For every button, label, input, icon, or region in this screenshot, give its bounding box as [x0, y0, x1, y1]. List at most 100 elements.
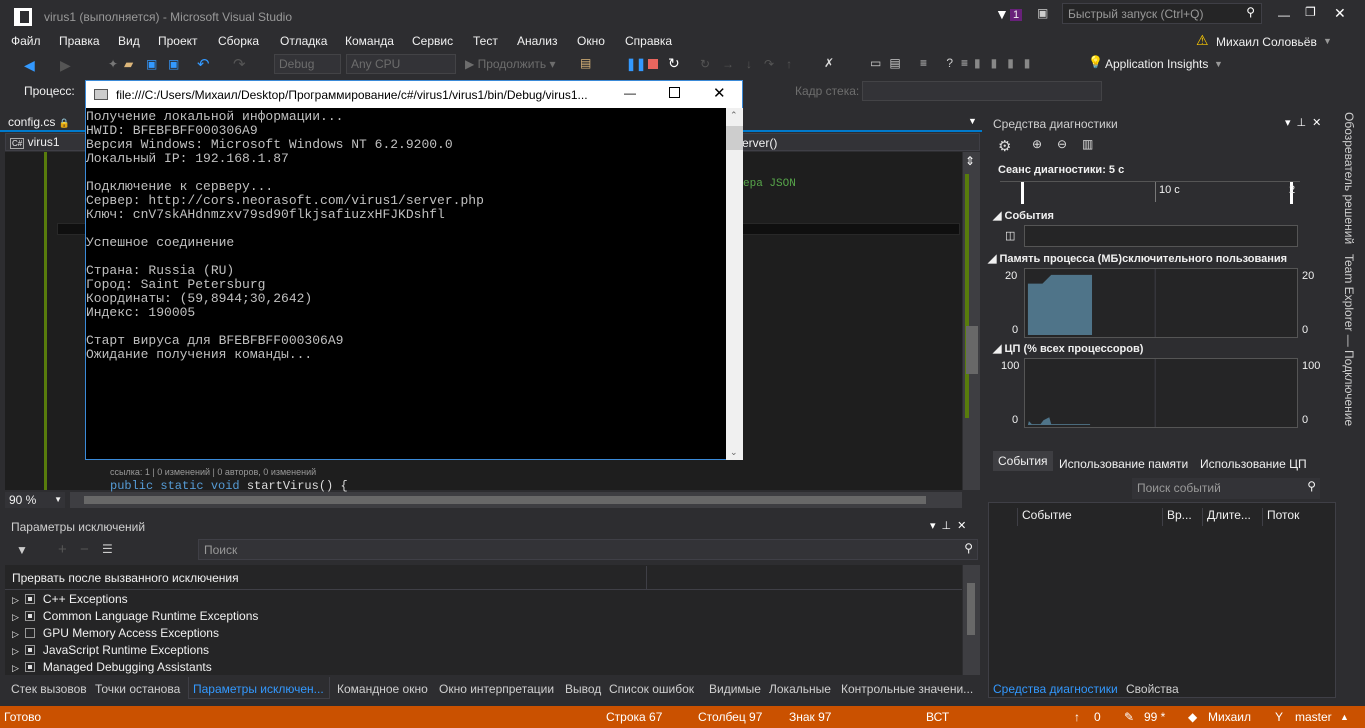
bottom-tab[interactable]: Контрольные значени... — [841, 682, 973, 696]
step-icons[interactable]: ↻→↓↷↑ — [700, 57, 804, 71]
redo-icon[interactable]: ↷ — [233, 55, 246, 73]
notification-count[interactable]: 1 — [1010, 9, 1023, 21]
bottom-tab[interactable]: Окно интерпретации — [439, 682, 554, 696]
codelens[interactable]: ссылка: 1 | 0 изменений | 0 авторов, 0 и… — [110, 467, 316, 477]
tab-list-chevron-icon[interactable]: ▼ — [968, 116, 977, 126]
exceptions-search-input[interactable]: Поиск ⚲ — [198, 539, 978, 560]
menu-help[interactable]: Справка — [625, 34, 672, 48]
menu-team[interactable]: Команда — [345, 34, 394, 48]
events-column-header[interactable]: Длите... — [1202, 508, 1251, 526]
diag-tab-memory[interactable]: Использование памяти — [1059, 457, 1188, 471]
platform-select[interactable]: Any CPU — [346, 54, 456, 74]
exception-row[interactable]: ▷ JavaScript Runtime Exceptions — [12, 642, 209, 659]
exception-checkbox[interactable] — [24, 628, 35, 638]
member-select[interactable]: erver() — [742, 136, 777, 150]
list-icon[interactable]: ☰ — [102, 542, 113, 556]
status-changes[interactable]: 99 * — [1144, 710, 1165, 724]
git-icon[interactable]: ◆ — [1188, 710, 1197, 724]
expand-icon[interactable]: ▷ — [12, 595, 19, 605]
reset-view-icon[interactable]: ▥ — [1082, 137, 1093, 151]
menu-tools[interactable]: Сервис — [412, 34, 453, 48]
save-icon[interactable]: ▣ — [146, 57, 157, 71]
new-project-icon[interactable]: ✦ — [108, 57, 118, 71]
bottom-tab[interactable]: Локальные — [769, 682, 831, 696]
stack-frame-select[interactable] — [862, 81, 1102, 101]
bottom-tab[interactable]: Точки останова — [95, 682, 180, 696]
feedback-icon[interactable]: ▣ — [1037, 6, 1048, 20]
zoom-select[interactable]: 90 % ▼ — [5, 492, 65, 508]
minimize-button[interactable]: — — [1278, 8, 1290, 22]
undo-icon[interactable]: ↶ — [197, 55, 210, 73]
open-icon[interactable]: ▰ — [124, 57, 133, 71]
restore-button[interactable]: ❐ — [1305, 5, 1316, 19]
tab-config-cs[interactable]: config.cs 🔒 — [0, 112, 90, 130]
events-search-input[interactable]: Поиск событий ⚲ — [1132, 478, 1320, 499]
column-header[interactable]: Прервать после вызванного исключения — [12, 571, 239, 585]
app-insights-chevron-icon[interactable]: ▼ — [1214, 59, 1223, 69]
project-select[interactable]: C# virus1 — [10, 135, 60, 149]
events-section[interactable]: ◢ События — [993, 209, 1054, 222]
side-tab-team-explorer[interactable]: Team Explorer — Подключение — [1342, 254, 1356, 426]
console-titlebar[interactable]: file:///C:/Users/Михаил/Desktop/Программ… — [86, 81, 742, 108]
console-scrollbar[interactable]: ⌃ ⌄ — [726, 108, 743, 460]
diag-bottom-tab-diagnostics[interactable]: Средства диагностики — [993, 682, 1118, 696]
menu-file[interactable]: Файл — [11, 34, 41, 48]
settings-icon[interactable]: ⚙ — [998, 137, 1011, 155]
pencil-icon[interactable]: ✎ — [1124, 710, 1134, 724]
events-column-header[interactable]: Вр... — [1162, 508, 1192, 526]
configuration-select[interactable]: Debug — [274, 54, 341, 74]
add-icon[interactable]: + — [58, 541, 67, 558]
console-minimize-button[interactable]: — — [624, 86, 636, 100]
bottom-tab[interactable]: Вывод — [565, 682, 601, 696]
events-column-header[interactable]: Событие — [1017, 508, 1072, 526]
vertical-scrollbar[interactable] — [963, 152, 980, 490]
exception-row[interactable]: ▷ GPU Memory Access Exceptions — [12, 625, 219, 642]
events-column-header[interactable]: Поток — [1262, 508, 1299, 526]
menu-analyze[interactable]: Анализ — [517, 34, 558, 48]
process-icon[interactable]: ▤ — [580, 56, 591, 70]
show-thread-icon[interactable]: ▭▤ ≡ ?≡ — [870, 56, 976, 70]
exception-row[interactable]: ▷ C++ Exceptions — [12, 591, 128, 608]
zoom-out-icon[interactable]: ⊖ — [1057, 137, 1067, 151]
user-chevron-icon[interactable]: ▼ — [1323, 36, 1332, 46]
exception-row[interactable]: ▷ Managed Debugging Assistants — [12, 659, 212, 676]
status-branch[interactable]: master — [1295, 710, 1332, 724]
status-push[interactable]: 0 — [1094, 710, 1101, 724]
forward-icon[interactable]: ▶ — [60, 57, 71, 74]
bottom-tab[interactable]: Командное окно — [337, 682, 428, 696]
bottom-tab[interactable]: Стек вызовов — [11, 682, 87, 696]
horizontal-scrollbar[interactable] — [70, 492, 962, 508]
branch-chevron-icon[interactable]: ▲ — [1340, 712, 1349, 722]
menu-test[interactable]: Тест — [473, 34, 498, 48]
exception-checkbox[interactable] — [24, 611, 35, 621]
user-account[interactable]: Михаил Соловьёв — [1216, 35, 1317, 49]
diag-bottom-tab-properties[interactable]: Свойства — [1126, 682, 1179, 696]
quick-launch-input[interactable]: Быстрый запуск (Ctrl+Q) ⚲ — [1062, 3, 1262, 24]
filter-icon[interactable]: ▼ — [16, 543, 28, 557]
diag-tab-cpu[interactable]: Использование ЦП — [1200, 457, 1307, 471]
bottom-tab[interactable]: Параметры исключен... — [193, 682, 324, 696]
bottom-tab[interactable]: Видимые — [709, 682, 761, 696]
exception-row[interactable]: ▷ Common Language Runtime Exceptions — [12, 608, 258, 625]
console-window[interactable]: file:///C:/Users/Михаил/Desktop/Программ… — [85, 80, 743, 460]
remove-icon[interactable]: − — [80, 541, 89, 558]
menu-build[interactable]: Сборка — [218, 34, 259, 48]
branch-icon[interactable]: Y — [1275, 710, 1283, 724]
expand-icon[interactable]: ▷ — [12, 612, 19, 622]
status-author[interactable]: Михаил — [1208, 710, 1251, 724]
menu-project[interactable]: Проект — [158, 34, 198, 48]
expand-icon[interactable]: ▷ — [12, 663, 19, 673]
stop-icon[interactable] — [648, 59, 658, 69]
restart-icon[interactable]: ↻ — [668, 55, 680, 72]
push-icon[interactable]: ↑ — [1074, 710, 1080, 724]
expand-icon[interactable]: ▷ — [12, 646, 19, 656]
split-icon[interactable]: ⇕ — [965, 154, 975, 168]
side-tab-solution-explorer[interactable]: Обозреватель решений — [1342, 112, 1356, 244]
bookmark-icons[interactable]: ▮▮▮▮ — [974, 56, 1040, 70]
continue-button[interactable]: ▶ Продолжить ▾ — [465, 57, 556, 71]
bottom-tab[interactable]: Список ошибок — [609, 682, 694, 696]
diag-tab-events[interactable]: События — [993, 451, 1053, 471]
exception-checkbox[interactable] — [24, 594, 35, 604]
exceptions-scrollbar[interactable] — [963, 565, 980, 675]
diag-panel-controls[interactable]: ▾⊥✕ — [1285, 116, 1327, 129]
